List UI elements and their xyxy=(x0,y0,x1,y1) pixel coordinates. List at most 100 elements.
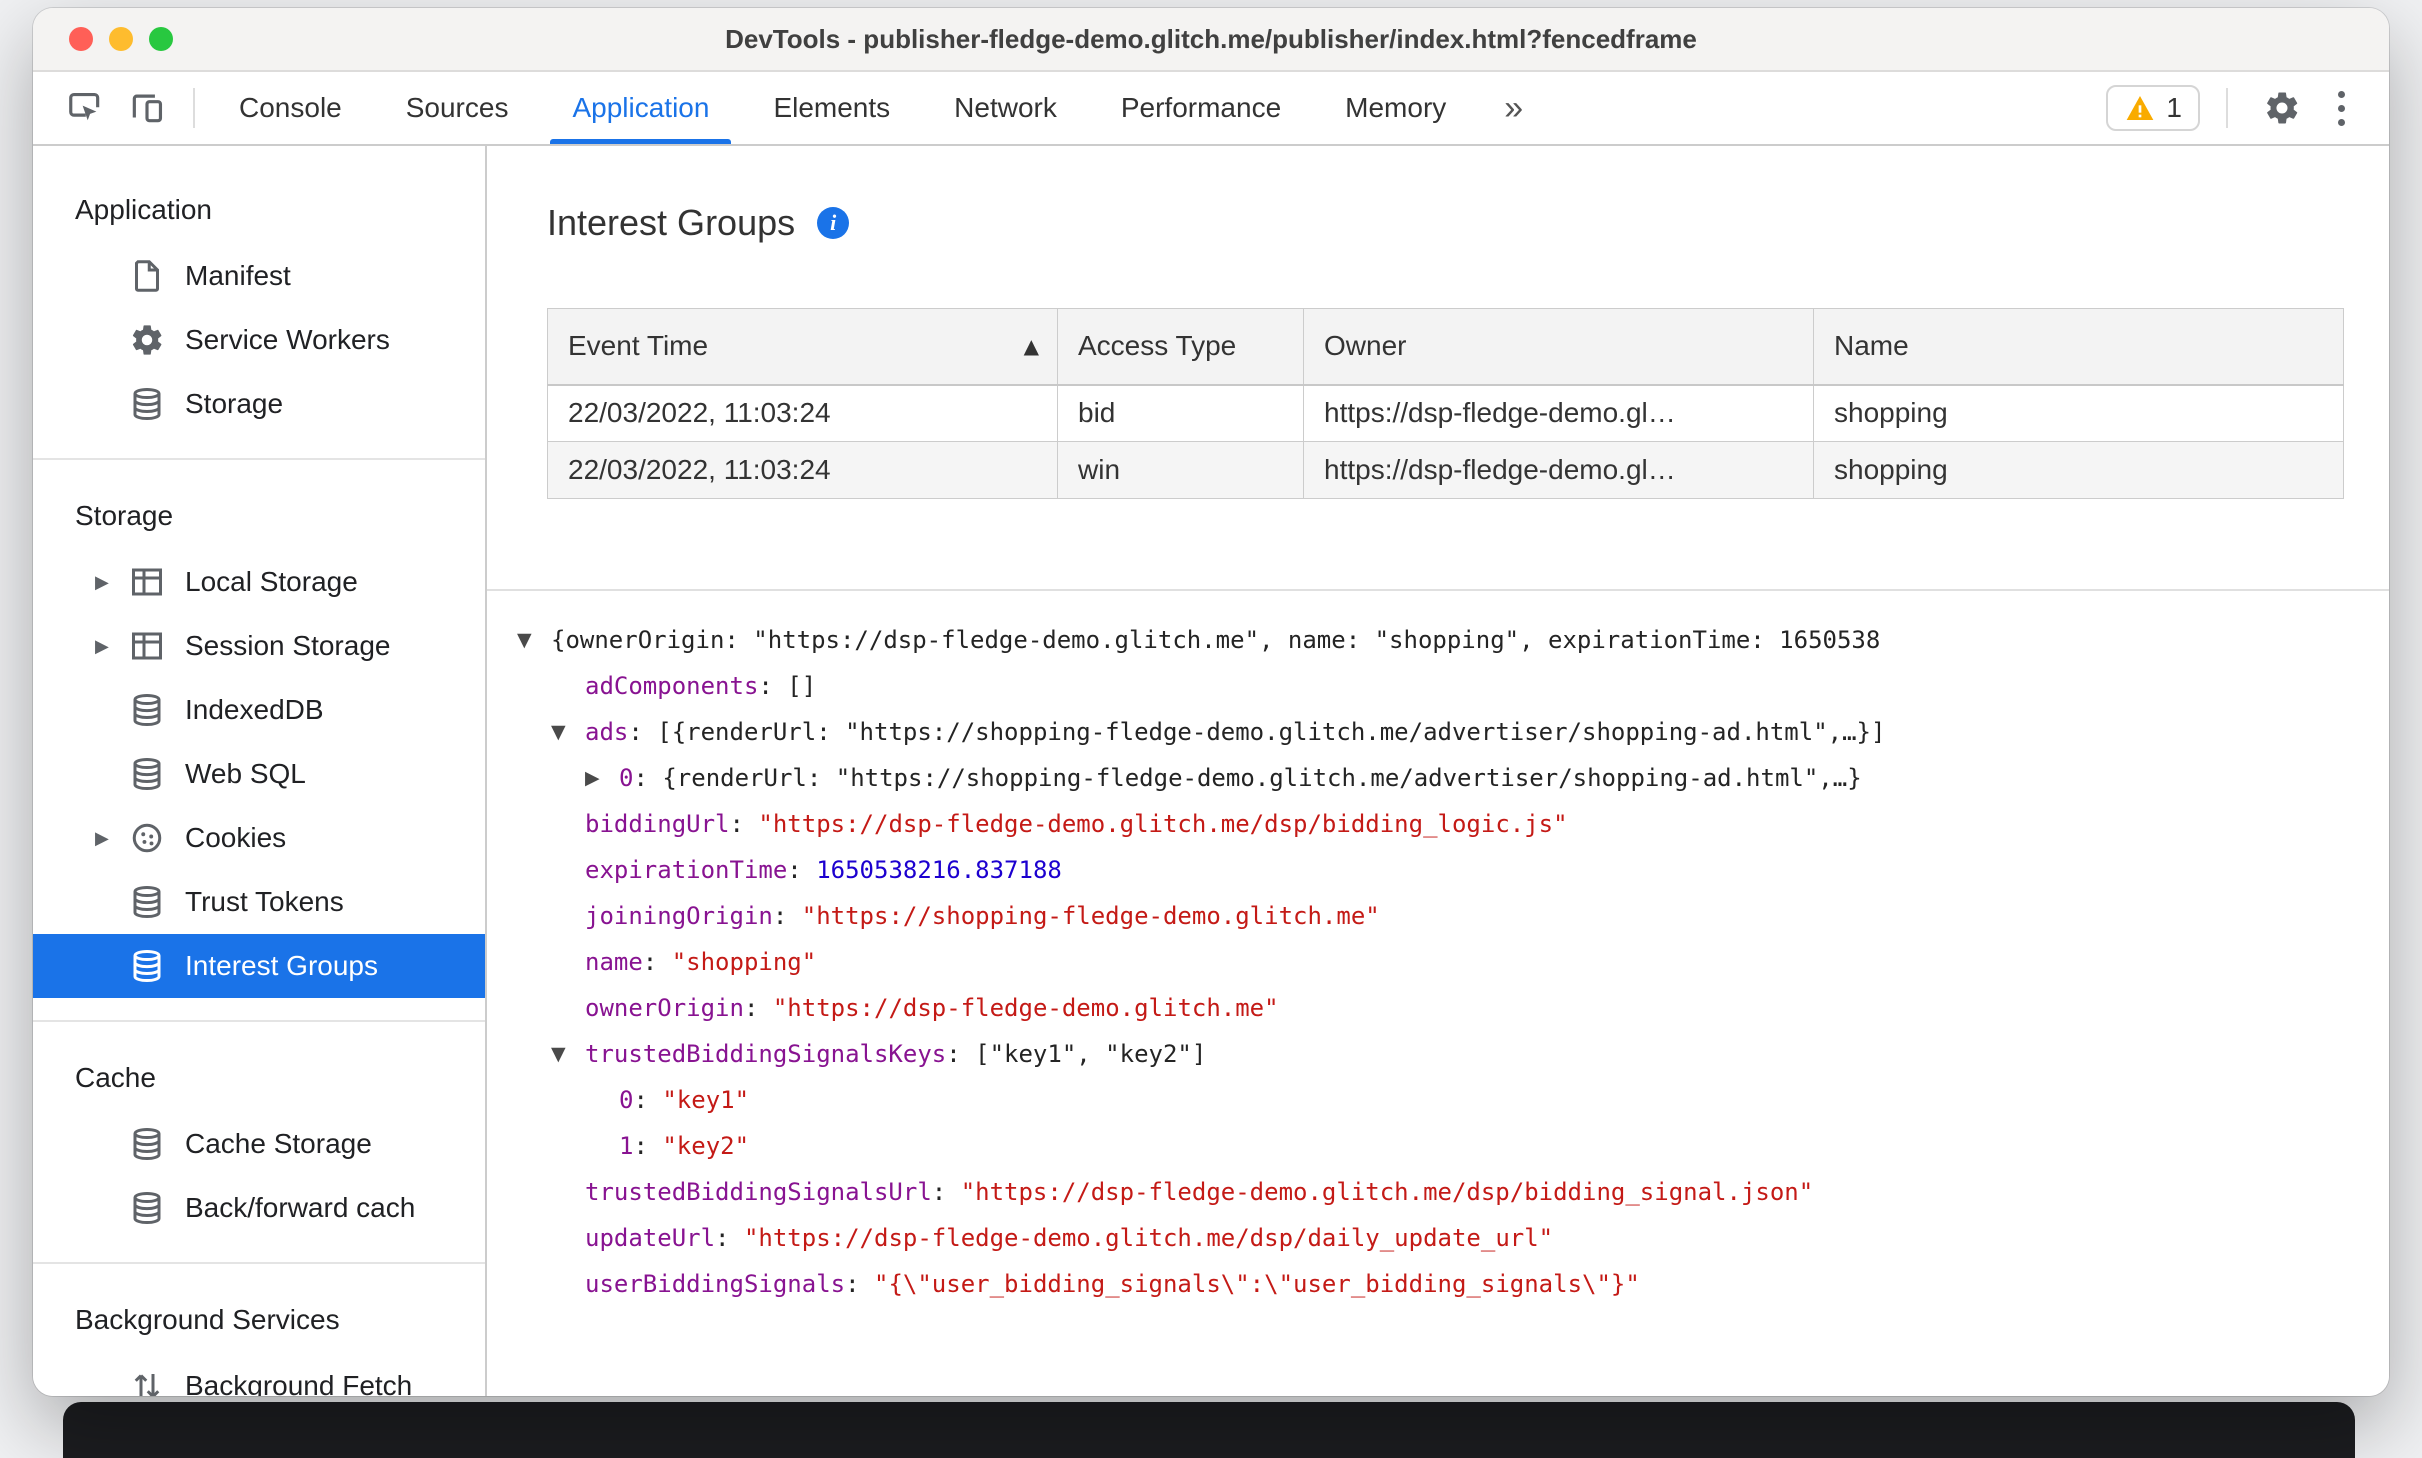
zoom-button[interactable] xyxy=(149,27,173,51)
tree-line[interactable]: ownerOrigin: "https://dsp-fledge-demo.gl… xyxy=(517,985,2389,1031)
tree-segment-plain: : [] xyxy=(758,672,817,700)
database-icon xyxy=(129,756,165,792)
column-header-label: Event Time xyxy=(568,330,709,362)
sidebar-divider xyxy=(33,458,485,460)
more-options-icon[interactable] xyxy=(2324,83,2359,134)
column-header-label: Owner xyxy=(1324,330,1407,362)
close-button[interactable] xyxy=(69,27,93,51)
tree-line[interactable]: name: "shopping" xyxy=(517,939,2389,985)
tree-line[interactable]: 1: "key2" xyxy=(517,1123,2389,1169)
column-header-owner[interactable]: Owner xyxy=(1303,308,1814,386)
tree-segment-plain: : {renderUrl: "https://shopping-fledge-d… xyxy=(633,764,1862,792)
tree-segment-key: name xyxy=(585,948,643,976)
table-icon xyxy=(129,628,165,664)
sidebar-item-interest-groups[interactable]: Interest Groups xyxy=(33,934,485,998)
sidebar-item-session-storage[interactable]: ▶ Session Storage xyxy=(33,614,485,678)
database-icon xyxy=(129,1190,165,1226)
tab-performance[interactable]: Performance xyxy=(1089,72,1313,144)
tree-line[interactable]: trustedBiddingSignalsUrl: "https://dsp-f… xyxy=(517,1169,2389,1215)
tree-segment-key: 1 xyxy=(619,1132,634,1160)
column-header-access-type[interactable]: Access Type xyxy=(1057,308,1304,386)
more-tabs-button[interactable]: » xyxy=(1478,72,1549,144)
tree-line[interactable]: biddingUrl: "https://dsp-fledge-demo.gli… xyxy=(517,801,2389,847)
main-panel: Interest Groups Event Time ▲ Access Type Ow… xyxy=(487,146,2389,1396)
tree-segment-plain: : xyxy=(772,902,802,930)
sidebar-item-cookies[interactable]: ▶ Cookies xyxy=(33,806,485,870)
sidebar-section-application[interactable]: Application xyxy=(33,176,485,244)
twisty-expanded-icon[interactable]: ▼ xyxy=(551,709,585,755)
tree-line[interactable]: 0: "key1" xyxy=(517,1077,2389,1123)
tree-segment-string: "https://dsp-fledge-demo.glitch.me" xyxy=(772,994,1279,1022)
minimize-button[interactable] xyxy=(109,27,133,51)
tree-segment-string: "key2" xyxy=(662,1132,750,1160)
sidebar-item-back-forward-cache[interactable]: Back/forward cach xyxy=(33,1176,485,1240)
expand-arrow-icon[interactable]: ▶ xyxy=(95,828,129,849)
tree-segment-plain: : [{renderUrl: "https://shopping-fledge-… xyxy=(628,718,1886,746)
sidebar-item-local-storage[interactable]: ▶ Local Storage xyxy=(33,550,485,614)
tab-elements[interactable]: Elements xyxy=(741,72,922,144)
expand-arrow-icon[interactable]: ▶ xyxy=(95,572,129,593)
tree-line[interactable]: ▼ {ownerOrigin: "https://dsp-fledge-demo.… xyxy=(517,617,2389,663)
table-row[interactable]: 22/03/2022, 11:03:24 win https://dsp-fledg… xyxy=(547,441,2344,499)
tree-segment-key: trustedBiddingSignalsKeys xyxy=(585,1040,947,1068)
sidebar-item-label: Trust Tokens xyxy=(185,886,344,917)
twisty-expanded-icon[interactable]: ▼ xyxy=(517,617,551,663)
sidebar-item-storage[interactable]: Storage xyxy=(33,372,485,436)
sidebar-section-cache[interactable]: Cache xyxy=(33,1044,485,1112)
tree-segment-plain: : xyxy=(931,1178,961,1206)
tree-segment-key: ads xyxy=(585,718,629,746)
inspect-icon[interactable] xyxy=(57,80,113,136)
column-header-name[interactable]: Name xyxy=(1813,308,2344,386)
tree-line[interactable]: ▼ ads: [{renderUrl: "https://shopping-fle… xyxy=(517,709,2389,755)
device-toolbar-icon[interactable] xyxy=(119,80,175,136)
interest-group-details-tree: ▼ {ownerOrigin: "https://dsp-fledge-demo.… xyxy=(487,589,2389,1396)
expand-arrow-icon[interactable]: ▶ xyxy=(95,636,129,657)
tree-line[interactable]: ▼ trustedBiddingSignalsKeys: ["key1", "ke… xyxy=(517,1031,2389,1077)
tree-segment-string: "https://dsp-fledge-demo.glitch.me/dsp/b… xyxy=(960,1178,1814,1206)
tab-memory[interactable]: Memory xyxy=(1313,72,1478,144)
tab-sources[interactable]: Sources xyxy=(374,72,541,144)
tree-segment-string: "key1" xyxy=(662,1086,750,1114)
tab-strip: Console Sources Application Elements Network… xyxy=(207,72,1478,144)
tree-segment-string: "https://shopping-fledge-demo.glitch.me" xyxy=(801,902,1380,930)
tree-segment-key: 0 xyxy=(619,764,634,792)
sidebar-item-manifest[interactable]: Manifest xyxy=(33,244,485,308)
table-row[interactable]: 22/03/2022, 11:03:24 bid https://dsp-fledg… xyxy=(547,384,2344,442)
sidebar-item-web-sql[interactable]: Web SQL xyxy=(33,742,485,806)
table-cell: 22/03/2022, 11:03:24 xyxy=(547,384,1058,442)
database-icon xyxy=(129,386,165,422)
devtools-window: DevTools - publisher-fledge-demo.glitch.… xyxy=(33,8,2389,1396)
sidebar-item-cache-storage[interactable]: Cache Storage xyxy=(33,1112,485,1176)
sidebar-section-background-services[interactable]: Background Services xyxy=(33,1286,485,1354)
twisty-expanded-icon[interactable]: ▼ xyxy=(551,1031,585,1077)
toolbar-left-group xyxy=(33,72,207,144)
tab-console[interactable]: Console xyxy=(207,72,374,144)
sidebar-item-label: Back/forward cach xyxy=(185,1192,416,1223)
tree-line[interactable]: ▶ 0: {renderUrl: "https://shopping-fledge… xyxy=(517,755,2389,801)
tree-line[interactable]: joiningOrigin: "https://shopping-fledge-… xyxy=(517,893,2389,939)
twisty-collapsed-icon[interactable]: ▶ xyxy=(585,755,619,801)
sidebar-item-service-workers[interactable]: Service Workers xyxy=(33,308,485,372)
tab-application[interactable]: Application xyxy=(540,72,741,144)
warnings-badge[interactable]: 1 xyxy=(2106,85,2200,131)
info-icon[interactable] xyxy=(817,207,850,239)
settings-gear-icon[interactable] xyxy=(2254,80,2310,136)
application-sidebar: Application Manifest Service Workers Storag… xyxy=(33,146,487,1396)
sidebar-section-storage[interactable]: Storage xyxy=(33,482,485,550)
tree-line[interactable]: userBiddingSignals: "{\"user_bidding_sig… xyxy=(517,1261,2389,1307)
tree-segment-plain: {ownerOrigin: "https://dsp-fledge-demo.g… xyxy=(551,626,1881,654)
document-icon xyxy=(129,258,165,294)
sidebar-item-background-fetch[interactable]: Background Fetch xyxy=(33,1354,485,1396)
column-header-event-time[interactable]: Event Time ▲ xyxy=(547,308,1058,386)
sidebar-item-label: Session Storage xyxy=(185,630,391,661)
sidebar-item-indexeddb[interactable]: IndexedDB xyxy=(33,678,485,742)
tab-network[interactable]: Network xyxy=(922,72,1089,144)
tree-segment-key: 0 xyxy=(619,1086,634,1114)
cookie-icon xyxy=(129,820,165,856)
sidebar-item-trust-tokens[interactable]: Trust Tokens xyxy=(33,870,485,934)
tree-line[interactable]: updateUrl: "https://dsp-fledge-demo.glit… xyxy=(517,1215,2389,1261)
tree-line[interactable]: adComponents: [] xyxy=(517,663,2389,709)
tree-segment-key: updateUrl xyxy=(585,1224,716,1252)
tree-line[interactable]: expirationTime: 1650538216.837188 xyxy=(517,847,2389,893)
traffic-lights xyxy=(69,27,173,51)
